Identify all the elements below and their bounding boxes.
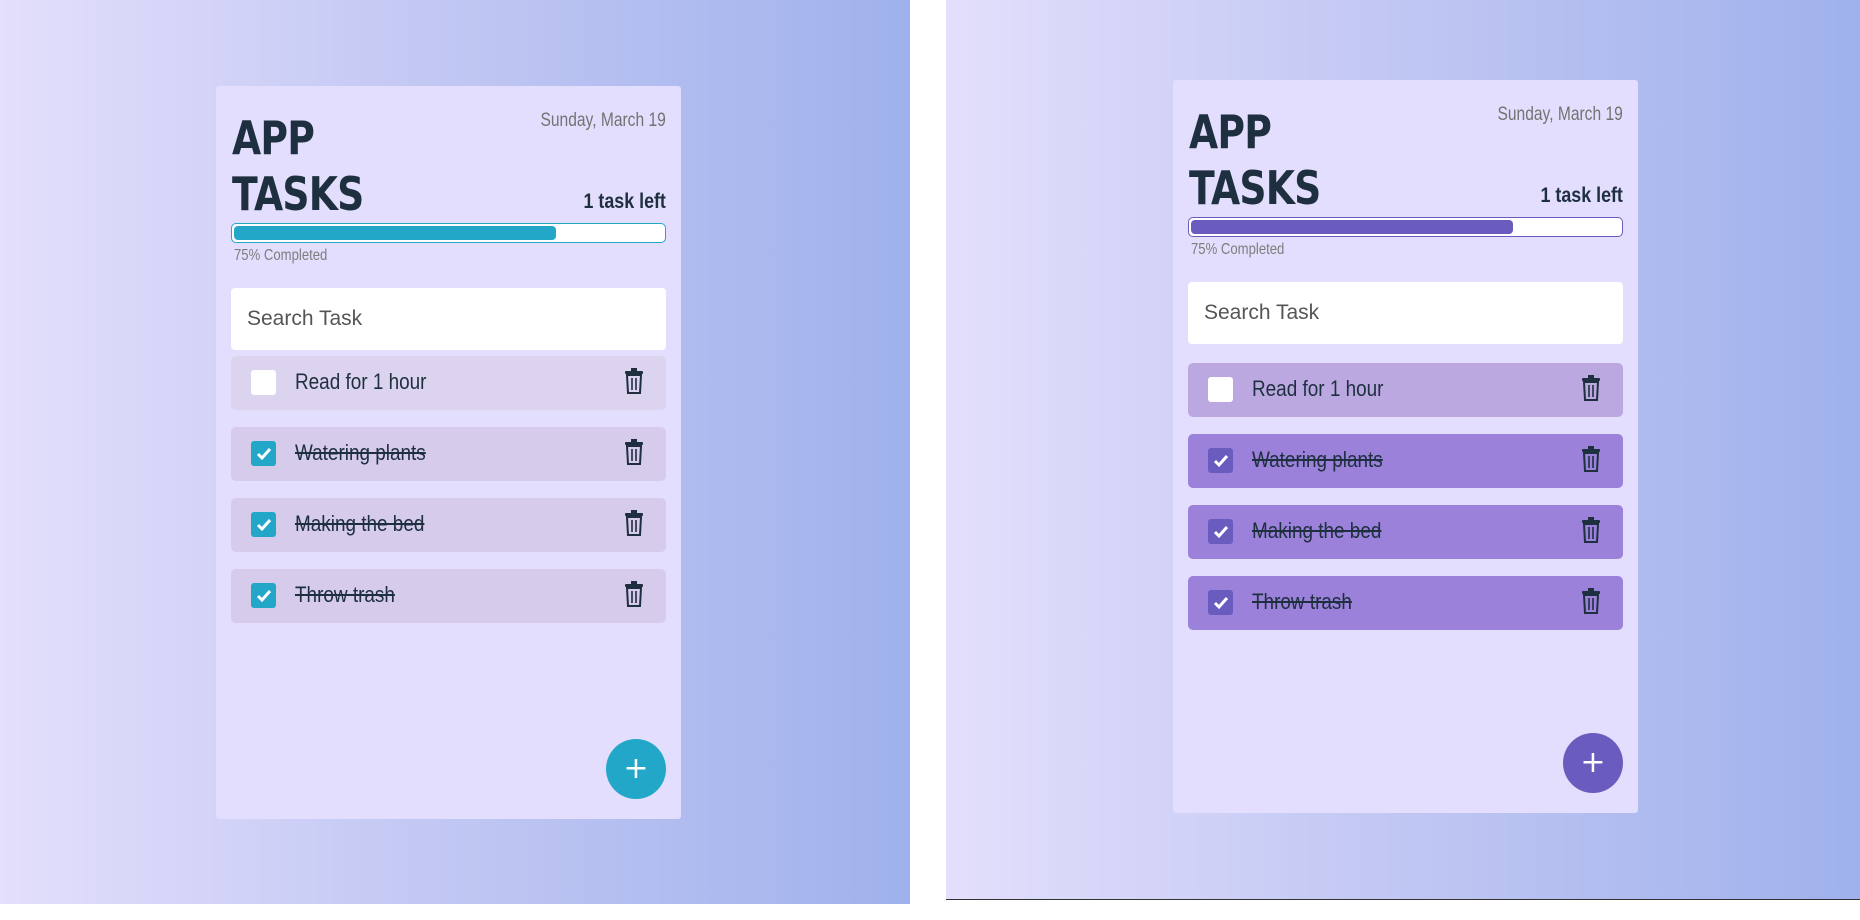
trash-icon[interactable]	[624, 368, 644, 394]
trash-icon[interactable]	[1581, 517, 1601, 543]
app-view-purple: APP TASKS Sunday, March 19 1 task left 75…	[946, 0, 1860, 900]
current-date: Sunday, March 19	[540, 110, 666, 131]
trash-icon[interactable]	[1581, 588, 1601, 614]
task-label: Throw trash	[1252, 589, 1352, 614]
task-item: Read for 1 hour	[1188, 363, 1623, 417]
task-checkbox[interactable]	[1208, 448, 1233, 473]
task-item: Watering plants	[231, 427, 666, 481]
task-label: Watering plants	[295, 440, 426, 465]
trash-icon[interactable]	[624, 439, 644, 465]
task-item: Throw trash	[231, 569, 666, 623]
task-card: APP TASKS Sunday, March 19 1 task left 75…	[1173, 80, 1638, 813]
task-item: Read for 1 hour	[231, 356, 666, 410]
trash-icon[interactable]	[624, 510, 644, 536]
app-title: APP TASKS	[1189, 105, 1321, 215]
check-icon	[256, 589, 271, 602]
task-checkbox[interactable]	[1208, 519, 1233, 544]
task-label: Making the bed	[1252, 518, 1382, 543]
task-checkbox[interactable]	[251, 583, 276, 608]
progress-bar-fill	[1191, 220, 1513, 234]
task-item: Making the bed	[1188, 505, 1623, 559]
progress-bar	[231, 223, 666, 243]
check-icon	[1213, 454, 1228, 467]
task-label: Watering plants	[1252, 447, 1383, 472]
task-label: Read for 1 hour	[295, 369, 427, 394]
check-icon	[1213, 525, 1228, 538]
task-label: Making the bed	[295, 511, 425, 536]
add-task-button[interactable]: +	[1563, 733, 1623, 793]
task-checkbox[interactable]	[1208, 590, 1233, 615]
app-view-teal: APP TASKS Sunday, March 19 1 task left 75…	[0, 0, 910, 904]
tasks-left-count: 1 task left	[1540, 184, 1623, 207]
progress-label: 75% Completed	[1191, 241, 1285, 258]
progress-label: 75% Completed	[234, 247, 328, 264]
search-input[interactable]	[231, 288, 666, 350]
check-icon	[256, 518, 271, 531]
check-icon	[256, 447, 271, 460]
task-item: Throw trash	[1188, 576, 1623, 630]
task-checkbox[interactable]	[251, 512, 276, 537]
task-card: APP TASKS Sunday, March 19 1 task left 75…	[216, 86, 681, 819]
task-checkbox[interactable]	[251, 441, 276, 466]
add-task-button[interactable]: +	[606, 739, 666, 799]
check-icon	[1213, 596, 1228, 609]
tasks-left-count: 1 task left	[583, 190, 666, 213]
trash-icon[interactable]	[1581, 446, 1601, 472]
current-date: Sunday, March 19	[1497, 104, 1623, 125]
app-title: APP TASKS	[232, 111, 364, 221]
task-item: Making the bed	[231, 498, 666, 552]
progress-bar	[1188, 217, 1623, 237]
task-label: Read for 1 hour	[1252, 376, 1384, 401]
search-input[interactable]	[1188, 282, 1623, 344]
task-label: Throw trash	[295, 582, 395, 607]
trash-icon[interactable]	[624, 581, 644, 607]
trash-icon[interactable]	[1581, 375, 1601, 401]
progress-bar-fill	[234, 226, 556, 240]
task-checkbox[interactable]	[251, 370, 276, 395]
task-item: Watering plants	[1188, 434, 1623, 488]
task-checkbox[interactable]	[1208, 377, 1233, 402]
